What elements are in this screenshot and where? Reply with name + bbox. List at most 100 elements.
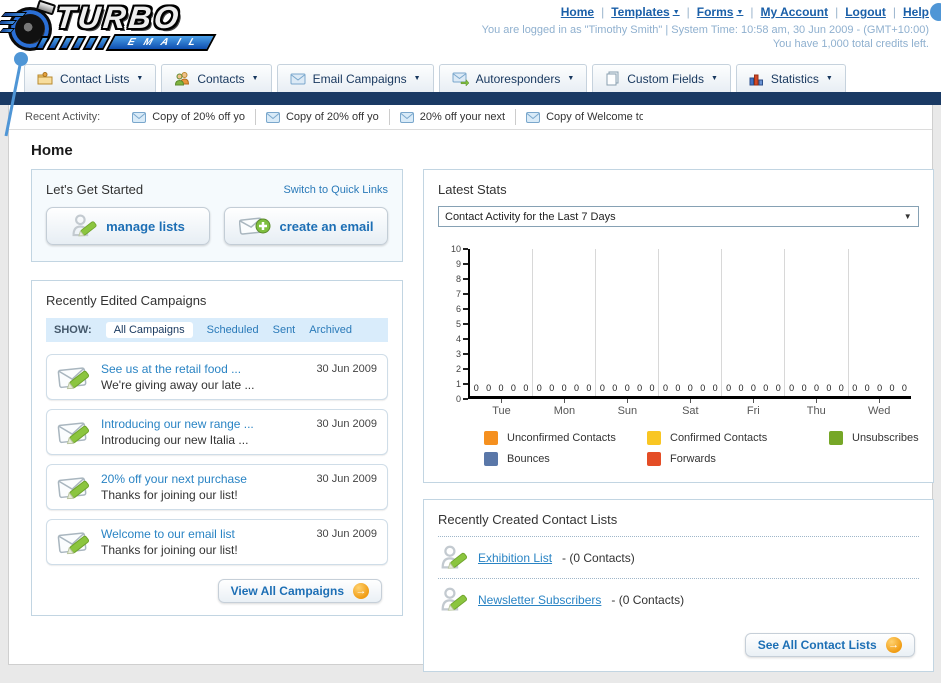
campaign-title-link[interactable]: See us at the retail food ... [101, 362, 316, 376]
recent-activity-item[interactable]: Copy of 20% off yo [122, 109, 256, 125]
contact-list-link[interactable]: Exhibition List [478, 551, 552, 565]
contact-list-row[interactable]: Exhibition List - (0 Contacts) [438, 536, 919, 578]
y-axis-label: 7 [456, 289, 468, 299]
create-email-button[interactable]: create an email [224, 207, 388, 245]
data-point-label: 0 [599, 383, 605, 393]
stats-period-dropdown[interactable]: Contact Activity for the Last 7 Days ▼ [438, 206, 919, 227]
legend-swatch [484, 431, 498, 445]
campaign-title-link[interactable]: 20% off your next purchase [101, 472, 316, 486]
envelope-pencil-icon [57, 422, 91, 446]
nav-link-help[interactable]: Help [903, 5, 929, 19]
filter-sent[interactable]: Sent [273, 324, 296, 336]
chart-category-column: 00000 [849, 249, 911, 396]
arrow-right-icon: → [353, 583, 369, 599]
filter-archived[interactable]: Archived [309, 324, 352, 336]
manage-lists-button[interactable]: manage lists [46, 207, 210, 245]
tab-email-campaigns[interactable]: Email Campaigns ▼ [276, 64, 434, 92]
envelope-icon [132, 111, 147, 123]
campaign-row[interactable]: See us at the retail food ... We're givi… [46, 354, 388, 400]
legend-swatch [484, 452, 498, 466]
contact-lists-title: Recently Created Contact Lists [438, 512, 618, 527]
turbo-email-logo[interactable]: TURBO EMAIL [0, 0, 217, 51]
logo-text: TURBO EMAIL [34, 0, 217, 51]
data-point-label: 0 [510, 383, 516, 393]
app-window: TURBO EMAIL Home | Templates ▼ | Forms ▼ | My… [0, 0, 941, 683]
nav-link-my-account[interactable]: My Account [761, 5, 829, 19]
folder-user-icon [37, 72, 53, 85]
recently-created-contact-lists-panel: Recently Created Contact Lists Exhibitio… [423, 499, 934, 672]
nav-link-home[interactable]: Home [561, 5, 594, 19]
data-point-label: 0 [675, 383, 681, 393]
data-point-label: 0 [864, 383, 870, 393]
data-point-label: 0 [624, 383, 630, 393]
get-started-panel: Let's Get Started Switch to Quick Links … [31, 169, 403, 262]
envelope-icon [526, 111, 541, 123]
campaign-row[interactable]: 20% off your next purchase Thanks for jo… [46, 464, 388, 510]
y-axis-label: 6 [456, 304, 468, 314]
data-point-label: 0 [662, 383, 668, 393]
corner-dot-decoration [930, 3, 941, 21]
legend-item: Unconfirmed Contacts [484, 431, 647, 445]
data-point-label: 0 [473, 383, 479, 393]
recent-activity-bar: Recent Activity: Copy of 20% off yo Copy… [9, 105, 932, 130]
recent-activity-item[interactable]: 20% off your next [390, 109, 517, 125]
chart-x-axis: Tue Mon Sun Sat Fri Thu Wed [470, 399, 911, 417]
envelope-plus-icon [238, 217, 271, 235]
legend-item: Bounces [484, 452, 647, 466]
chevron-down-icon: ▼ [251, 75, 259, 82]
data-point-label: 0 [612, 383, 618, 393]
filter-all-campaigns[interactable]: All Campaigns [105, 322, 193, 338]
chevron-down-icon: ▼ [736, 8, 744, 16]
chart-category-column: 00000 [785, 249, 849, 396]
filter-scheduled[interactable]: Scheduled [207, 324, 259, 336]
tab-contact-lists[interactable]: Contact Lists ▼ [24, 64, 157, 92]
data-point-label: 0 [498, 383, 504, 393]
recent-activity-item[interactable]: Copy of 20% off yo [256, 109, 390, 125]
campaign-date: 30 Jun 2009 [316, 528, 377, 540]
nav-link-logout[interactable]: Logout [845, 5, 886, 19]
contact-list-row[interactable]: Newsletter Subscribers - (0 Contacts) [438, 578, 919, 620]
data-point-label: 0 [738, 383, 744, 393]
navy-divider-bar [0, 92, 941, 105]
envelope-icon [399, 111, 414, 123]
campaign-title-link[interactable]: Welcome to our email list [101, 527, 316, 541]
view-all-campaigns-button[interactable]: View All Campaigns → [217, 579, 382, 603]
campaign-title-link[interactable]: Introducing our new range ... [101, 417, 316, 431]
tab-autoresponders[interactable]: Autoresponders ▼ [438, 64, 588, 92]
y-axis-label: 2 [456, 364, 468, 374]
chart-category-column: 00000 [659, 249, 723, 396]
data-point-label: 0 [726, 383, 732, 393]
y-axis-label: 4 [456, 334, 468, 344]
contact-list-link[interactable]: Newsletter Subscribers [478, 593, 601, 607]
nav-link-templates[interactable]: Templates ▼ [611, 5, 679, 19]
legend-swatch [829, 431, 843, 445]
x-axis-label: Sat [659, 399, 722, 417]
tab-custom-fields[interactable]: Custom Fields ▼ [592, 64, 731, 92]
see-all-contact-lists-button[interactable]: See All Contact Lists → [744, 633, 915, 657]
y-axis-label: 10 [451, 244, 468, 254]
campaign-filter-bar: SHOW: All Campaigns Scheduled Sent Archi… [46, 318, 388, 342]
data-point-label: 0 [789, 383, 795, 393]
envelope-pencil-icon [57, 532, 91, 556]
campaign-row[interactable]: Introducing our new range ... Introducin… [46, 409, 388, 455]
bar-chart-icon [749, 74, 763, 85]
data-point-label: 0 [637, 383, 643, 393]
data-point-label: 0 [586, 383, 592, 393]
legend-swatch [647, 452, 661, 466]
recent-activity-item[interactable]: Copy of Welcome to [516, 109, 653, 125]
users-icon [175, 72, 190, 86]
data-point-label: 0 [889, 383, 895, 393]
data-point-label: 0 [852, 383, 858, 393]
campaign-row[interactable]: Welcome to our email list Thanks for joi… [46, 519, 388, 565]
person-pencil-icon [72, 213, 98, 239]
chart-category-column: 00000 [470, 249, 534, 396]
tab-statistics[interactable]: Statistics ▼ [735, 64, 846, 92]
nav-link-forms[interactable]: Forms ▼ [697, 5, 744, 19]
tab-contacts[interactable]: Contacts ▼ [161, 64, 272, 92]
switch-quick-links-link[interactable]: Switch to Quick Links [283, 184, 388, 196]
data-point-label: 0 [549, 383, 555, 393]
campaign-date: 30 Jun 2009 [316, 473, 377, 485]
logo-subtitle: EMAIL [105, 34, 217, 51]
recent-activity-label: Recent Activity: [25, 111, 101, 123]
header: TURBO EMAIL Home | Templates ▼ | Forms ▼ | My… [0, 0, 941, 58]
